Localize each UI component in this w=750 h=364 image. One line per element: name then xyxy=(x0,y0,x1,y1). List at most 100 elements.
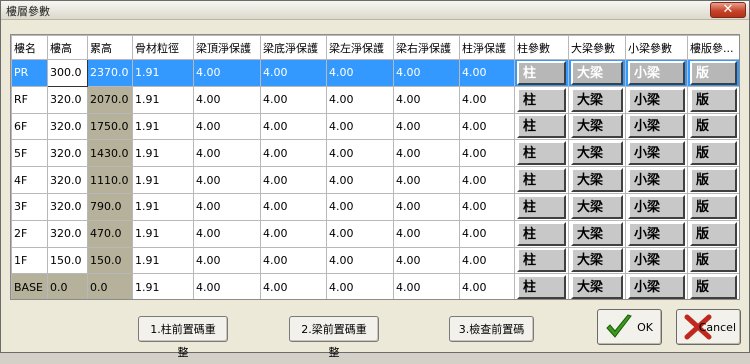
column-header[interactable]: 樓高 xyxy=(47,35,88,60)
grid-cell-left[interactable]: 4.00 xyxy=(326,219,394,248)
column-header[interactable]: 小梁參數 xyxy=(625,35,688,60)
grid-cell-bot[interactable]: 4.00 xyxy=(260,273,327,299)
table-row[interactable]: BASE 0.0 0.0 1.91 4.00 4.00 4.00 4.00 4.00 柱大梁 小梁版 xyxy=(11,273,739,299)
grid-cell-height[interactable]: 150.0 xyxy=(47,246,88,275)
column-header[interactable]: 樓名 xyxy=(11,35,48,60)
ok-button[interactable]: OK xyxy=(597,309,662,345)
grid-cell-name[interactable]: 3F xyxy=(11,192,48,221)
column-param-button[interactable]: 柱 xyxy=(517,87,566,112)
column-param-button[interactable]: 柱 xyxy=(517,194,566,219)
grid-cell-col[interactable]: 4.00 xyxy=(459,273,515,299)
grid-cell-agg[interactable]: 1.91 xyxy=(132,192,194,221)
slab-param-button[interactable]: 版 xyxy=(690,221,737,246)
grid-cell-height[interactable]: 300.0 xyxy=(47,59,88,87)
grid-cell-right[interactable]: 4.00 xyxy=(393,139,460,168)
grid-cell-right[interactable]: 4.00 xyxy=(393,219,460,248)
table-row[interactable]: 4F 320.0 1110.0 1.91 4.00 4.00 4.00 4.00 4.00 柱大梁… xyxy=(11,166,739,194)
table-row[interactable]: 6F 320.0 1750.0 1.91 4.00 4.00 4.00 4.00 4.00 柱大梁… xyxy=(11,112,739,141)
beam-param-button[interactable]: 小梁 xyxy=(628,60,685,85)
grid-cell-right[interactable]: 4.00 xyxy=(393,192,460,221)
grid-cell-right[interactable]: 4.00 xyxy=(393,59,460,87)
grid-cell-bot[interactable]: 4.00 xyxy=(260,59,327,87)
reset-column-prefix-button[interactable]: 1.柱前置碼重整 xyxy=(138,316,228,359)
column-header[interactable]: 骨材粒徑 xyxy=(132,35,194,60)
grid-cell-agg[interactable]: 1.91 xyxy=(132,246,194,275)
column-header[interactable]: 柱參數 xyxy=(514,35,569,60)
grid-cell-cum[interactable]: 150.0 xyxy=(87,246,133,275)
grid-cell-bot[interactable]: 4.00 xyxy=(260,246,327,275)
grid-cell-col[interactable]: 4.00 xyxy=(459,85,515,114)
girder-param-button[interactable]: 大梁 xyxy=(571,275,623,299)
grid-cell-left[interactable]: 4.00 xyxy=(326,112,394,141)
column-param-button[interactable]: 柱 xyxy=(517,221,566,246)
grid-cell-cum[interactable]: 2370.0 xyxy=(87,59,133,87)
grid-cell-height[interactable]: 320.0 xyxy=(47,166,88,194)
beam-param-button[interactable]: 小梁 xyxy=(628,114,685,139)
grid-cell-cum[interactable]: 470.0 xyxy=(87,219,133,248)
grid-cell-bot[interactable]: 4.00 xyxy=(260,139,327,168)
slab-param-button[interactable]: 版 xyxy=(690,248,737,273)
column-header[interactable]: 梁底淨保護 xyxy=(260,35,327,60)
girder-param-button[interactable]: 大梁 xyxy=(571,87,623,112)
table-row[interactable]: PR 300.0 2370.0 1.91 4.00 4.00 4.00 4.00 4.00 柱大梁… xyxy=(11,59,739,87)
grid-cell-col[interactable]: 4.00 xyxy=(459,192,515,221)
grid-cell-cum[interactable]: 1750.0 xyxy=(87,112,133,141)
grid-cell-height[interactable]: 320.0 xyxy=(47,139,88,168)
beam-param-button[interactable]: 小梁 xyxy=(628,194,685,219)
grid-cell-right[interactable]: 4.00 xyxy=(393,273,460,299)
girder-param-button[interactable]: 大梁 xyxy=(571,194,623,219)
column-param-button[interactable]: 柱 xyxy=(517,60,566,85)
grid-cell-name[interactable]: BASE xyxy=(11,273,48,299)
grid-cell-right[interactable]: 4.00 xyxy=(393,85,460,114)
grid-cell-top[interactable]: 4.00 xyxy=(193,139,261,168)
reset-beam-prefix-button[interactable]: 2.梁前置碼重整 xyxy=(289,316,379,359)
slab-param-button[interactable]: 版 xyxy=(690,141,737,166)
grid-cell-agg[interactable]: 1.91 xyxy=(132,166,194,194)
grid-cell-top[interactable]: 4.00 xyxy=(193,273,261,299)
cancel-button[interactable]: Cancel xyxy=(676,309,741,345)
grid-cell-bot[interactable]: 4.00 xyxy=(260,166,327,194)
table-row[interactable]: 2F 320.0 470.0 1.91 4.00 4.00 4.00 4.00 4.00 柱大梁小… xyxy=(11,219,739,248)
grid-cell-left[interactable]: 4.00 xyxy=(326,166,394,194)
grid-cell-height[interactable]: 320.0 xyxy=(47,192,88,221)
beam-param-button[interactable]: 小梁 xyxy=(628,275,685,299)
grid-cell-left[interactable]: 4.00 xyxy=(326,59,394,87)
column-param-button[interactable]: 柱 xyxy=(517,275,566,299)
grid-cell-col[interactable]: 4.00 xyxy=(459,139,515,168)
grid-cell-left[interactable]: 4.00 xyxy=(326,139,394,168)
column-header[interactable]: 梁左淨保護 xyxy=(326,35,394,60)
grid-cell-right[interactable]: 4.00 xyxy=(393,246,460,275)
slab-param-button[interactable]: 版 xyxy=(690,60,737,85)
grid-cell-agg[interactable]: 1.91 xyxy=(132,219,194,248)
grid-cell-height[interactable]: 320.0 xyxy=(47,85,88,114)
grid-cell-name[interactable]: 5F xyxy=(11,139,48,168)
grid-cell-left[interactable]: 4.00 xyxy=(326,273,394,299)
grid-cell-agg[interactable]: 1.91 xyxy=(132,139,194,168)
check-prefix-button[interactable]: 3.檢查前置碼 xyxy=(449,316,534,342)
column-param-button[interactable]: 柱 xyxy=(517,114,566,139)
grid-cell-bot[interactable]: 4.00 xyxy=(260,112,327,141)
close-button[interactable]: ✕ xyxy=(710,2,746,18)
grid-cell-height[interactable]: 320.0 xyxy=(47,112,88,141)
table-row[interactable]: RF 320.0 2070.0 1.91 4.00 4.00 4.00 4.00 4.00 柱大梁… xyxy=(11,85,739,114)
beam-param-button[interactable]: 小梁 xyxy=(628,221,685,246)
girder-param-button[interactable]: 大梁 xyxy=(571,248,623,273)
grid-cell-top[interactable]: 4.00 xyxy=(193,166,261,194)
grid-cell-left[interactable]: 4.00 xyxy=(326,192,394,221)
grid-cell-bot[interactable]: 4.00 xyxy=(260,219,327,248)
grid-cell-col[interactable]: 4.00 xyxy=(459,112,515,141)
column-header[interactable]: 梁右淨保護 xyxy=(393,35,460,60)
title-bar[interactable]: 樓層參數 ✕ xyxy=(1,1,749,20)
column-header[interactable]: 柱淨保護 xyxy=(459,35,515,60)
grid-cell-agg[interactable]: 1.91 xyxy=(132,273,194,299)
grid-cell-right[interactable]: 4.00 xyxy=(393,166,460,194)
slab-param-button[interactable]: 版 xyxy=(690,168,737,193)
girder-param-button[interactable]: 大梁 xyxy=(571,114,623,139)
grid-cell-cum[interactable]: 790.0 xyxy=(87,192,133,221)
grid-cell-height[interactable]: 320.0 xyxy=(47,219,88,248)
column-header[interactable]: 梁頂淨保護 xyxy=(193,35,261,60)
grid-cell-agg[interactable]: 1.91 xyxy=(132,112,194,141)
grid-cell-name[interactable]: RF xyxy=(11,85,48,114)
grid-cell-name[interactable]: 6F xyxy=(11,112,48,141)
column-param-button[interactable]: 柱 xyxy=(517,248,566,273)
